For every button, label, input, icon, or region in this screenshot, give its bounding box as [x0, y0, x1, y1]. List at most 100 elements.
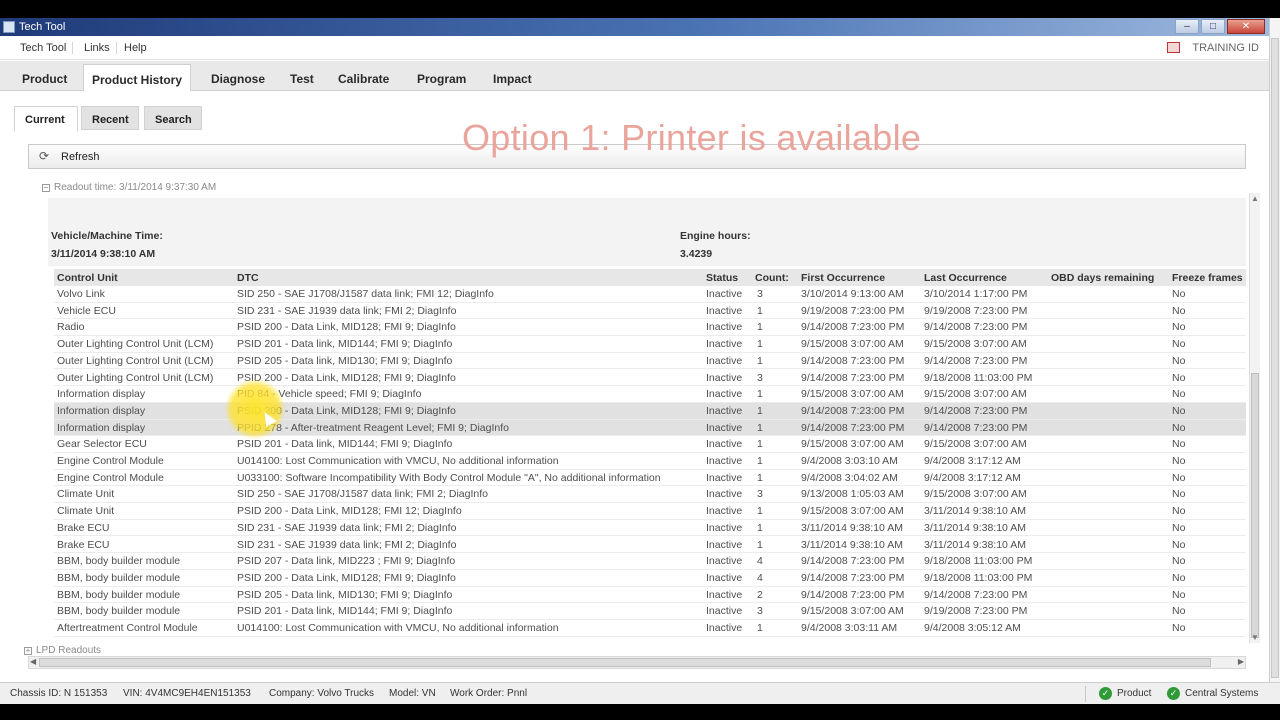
table-row[interactable]: Vehicle ECU SID 231 - SAE J1939 data link…	[54, 303, 1246, 320]
cell-status: Inactive	[706, 438, 743, 451]
table-row[interactable]: BBM, body builder module PSID 207 - Data …	[54, 553, 1246, 570]
cell-dtc: SID 250 - SAE J1708/J1587 data link; FMI…	[237, 288, 494, 300]
col-status[interactable]: Status	[706, 272, 738, 284]
tab-impact[interactable]: Impact	[485, 64, 540, 91]
expand-icon[interactable]: +	[24, 647, 32, 655]
table-row[interactable]: Gear Selector ECU PSID 201 - Data link, M…	[54, 436, 1246, 453]
table-row[interactable]: Outer Lighting Control Unit (LCM) PSID 20…	[54, 370, 1246, 387]
maximize-button[interactable]: □	[1201, 19, 1225, 34]
horizontal-scroll-thumb[interactable]	[39, 658, 1211, 667]
subtab-current[interactable]: Current	[14, 106, 78, 132]
cell-freeze-frames: No	[1172, 338, 1186, 351]
vertical-scrollbar[interactable]: ▲ ▼	[1249, 193, 1260, 643]
menu-tech-tool[interactable]: Tech Tool	[14, 42, 74, 54]
cell-status: Inactive	[706, 588, 743, 601]
table-row[interactable]: Outer Lighting Control Unit (LCM) PSID 20…	[54, 353, 1246, 370]
cell-status: Inactive	[706, 505, 743, 518]
cell-count: 1	[757, 338, 763, 351]
cell-freeze-frames: No	[1172, 404, 1186, 417]
subtab-recent[interactable]: Recent	[81, 106, 139, 130]
cell-dtc: PSID 207 - Data link, MID223 ; FMI 9; Di…	[237, 555, 456, 568]
window-scrollbar[interactable]	[1269, 18, 1280, 704]
col-freeze-frames[interactable]: Freeze frames	[1172, 272, 1243, 284]
status-central-systems[interactable]: Central Systems	[1185, 688, 1258, 699]
table-row[interactable]: BBM, body builder module PSID 205 - Data …	[54, 587, 1246, 604]
cell-first-occurrence: 9/14/2008 7:23:00 PM	[801, 371, 905, 384]
col-count[interactable]: Count:	[755, 272, 789, 284]
minimize-button[interactable]: –	[1175, 19, 1199, 34]
table-row[interactable]: Brake ECU SID 231 - SAE J1939 data link; …	[54, 520, 1246, 537]
cell-first-occurrence: 9/14/2008 7:23:00 PM	[801, 571, 905, 584]
table-row[interactable]: Engine Control Module U033100: Software I…	[54, 470, 1246, 487]
cell-last-occurrence: 3/11/2014 9:38:10 AM	[924, 521, 1026, 534]
cell-freeze-frames: No	[1172, 505, 1186, 518]
subtab-search[interactable]: Search	[144, 106, 202, 130]
table-row[interactable]: Outer Lighting Control Unit (LCM) PSID 20…	[54, 336, 1246, 353]
refresh-icon[interactable]: ⟳	[39, 150, 52, 163]
table-row[interactable]: Aftertreatment Control Module U014100: Lo…	[54, 620, 1246, 637]
vertical-scroll-thumb[interactable]	[1251, 373, 1259, 638]
cell-status: Inactive	[706, 304, 743, 317]
collapse-icon[interactable]: −	[42, 184, 50, 192]
cell-dtc: U014100: Lost Communication with VMCU, N…	[237, 455, 559, 467]
col-first-occurrence[interactable]: First Occurrence	[801, 272, 885, 284]
horizontal-scrollbar[interactable]: ◀ ▶	[28, 656, 1246, 669]
cell-count: 1	[757, 471, 763, 484]
table-row[interactable]: Engine Control Module U014100: Lost Commu…	[54, 453, 1246, 470]
table-row[interactable]: Radio PSID 200 - Data Link, MID128; FMI 9…	[54, 319, 1246, 337]
tab-diagnose[interactable]: Diagnose	[203, 64, 273, 91]
cell-control-unit: Brake ECU	[57, 521, 110, 534]
col-control-unit[interactable]: Control Unit	[57, 272, 118, 284]
close-button[interactable]: ✕	[1227, 19, 1265, 34]
refresh-button[interactable]: Refresh	[61, 151, 100, 163]
cell-status: Inactive	[706, 354, 743, 367]
col-dtc[interactable]: DTC	[237, 272, 259, 284]
status-vin: VIN: 4V4MC9EH4EN151353	[123, 688, 251, 699]
cell-dtc: U033100: Software Incompatibility With B…	[237, 471, 661, 484]
scroll-left-icon[interactable]: ◀	[30, 657, 36, 666]
tab-product-history[interactable]: Product History	[83, 64, 192, 91]
tab-program[interactable]: Program	[409, 64, 474, 91]
scroll-down-icon[interactable]: ▼	[1251, 633, 1259, 642]
table-row[interactable]: Climate Unit SID 250 - SAE J1708/J1587 da…	[54, 486, 1246, 504]
scroll-right-icon[interactable]: ▶	[1238, 657, 1244, 666]
cell-dtc: PSID 200 - Data Link, MID128; FMI 12; Di…	[237, 505, 462, 518]
cell-status: Inactive	[706, 371, 743, 384]
table-row[interactable]: Brake ECU SID 231 - SAE J1939 data link; …	[54, 537, 1246, 554]
cell-count: 3	[757, 371, 763, 384]
tab-product[interactable]: Product	[14, 64, 75, 91]
cell-last-occurrence: 9/14/2008 7:23:00 PM	[924, 404, 1028, 417]
table-row[interactable]: Climate Unit PSID 200 - Data Link, MID128…	[54, 503, 1246, 520]
tab-test[interactable]: Test	[282, 64, 322, 91]
table-row[interactable]: BBM, body builder module PSID 201 - Data …	[54, 603, 1246, 620]
window-scroll-thumb[interactable]	[1271, 38, 1279, 678]
menu-help[interactable]: Help	[118, 42, 153, 54]
menu-links[interactable]: Links	[78, 42, 117, 54]
cell-first-occurrence: 9/15/2008 3:07:00 AM	[801, 438, 904, 451]
tab-calibrate[interactable]: Calibrate	[330, 64, 397, 91]
table-row[interactable]: Volvo Link SID 250 - SAE J1708/J1587 data…	[54, 286, 1246, 303]
col-obd-days[interactable]: OBD days remaining	[1051, 272, 1154, 284]
cell-status: Inactive	[706, 555, 743, 568]
cell-last-occurrence: 9/14/2008 7:23:00 PM	[924, 354, 1028, 367]
lpd-label: LPD Readouts	[36, 645, 102, 656]
cell-last-occurrence: 3/11/2014 9:38:10 AM	[924, 538, 1026, 551]
cell-first-occurrence: 3/11/2014 9:38:10 AM	[801, 521, 903, 534]
lpd-readouts[interactable]: + LPD Readouts	[24, 645, 101, 656]
table-row[interactable]: BBM, body builder module PSID 200 - Data …	[54, 570, 1246, 587]
cell-dtc: PSID 201 - Data link, MID144; FMI 9; Dia…	[237, 438, 453, 451]
status-product[interactable]: Product	[1117, 688, 1151, 699]
cell-control-unit: BBM, body builder module	[57, 571, 181, 584]
col-last-occurrence[interactable]: Last Occurrence	[924, 272, 1007, 284]
cell-freeze-frames: No	[1172, 371, 1186, 384]
cell-count: 1	[757, 505, 763, 518]
cell-dtc: SID 231 - SAE J1939 data link; FMI 2; Di…	[237, 521, 457, 534]
cell-dtc: PSID 200 - Data Link, MID128; FMI 9; Dia…	[237, 321, 456, 334]
cell-status: Inactive	[706, 404, 743, 417]
readout-header[interactable]: − Readout time: 3/11/2014 9:37:30 AM	[42, 182, 216, 193]
training-id[interactable]: TRAINING ID	[1167, 42, 1259, 54]
cell-dtc: PSID 205 - Data link, MID130; FMI 9; Dia…	[237, 354, 453, 367]
vehicle-info: Vehicle/Machine Time: 3/11/2014 9:38:10 …	[48, 198, 1246, 266]
scroll-up-icon[interactable]: ▲	[1251, 194, 1259, 203]
cell-count: 1	[757, 438, 763, 451]
